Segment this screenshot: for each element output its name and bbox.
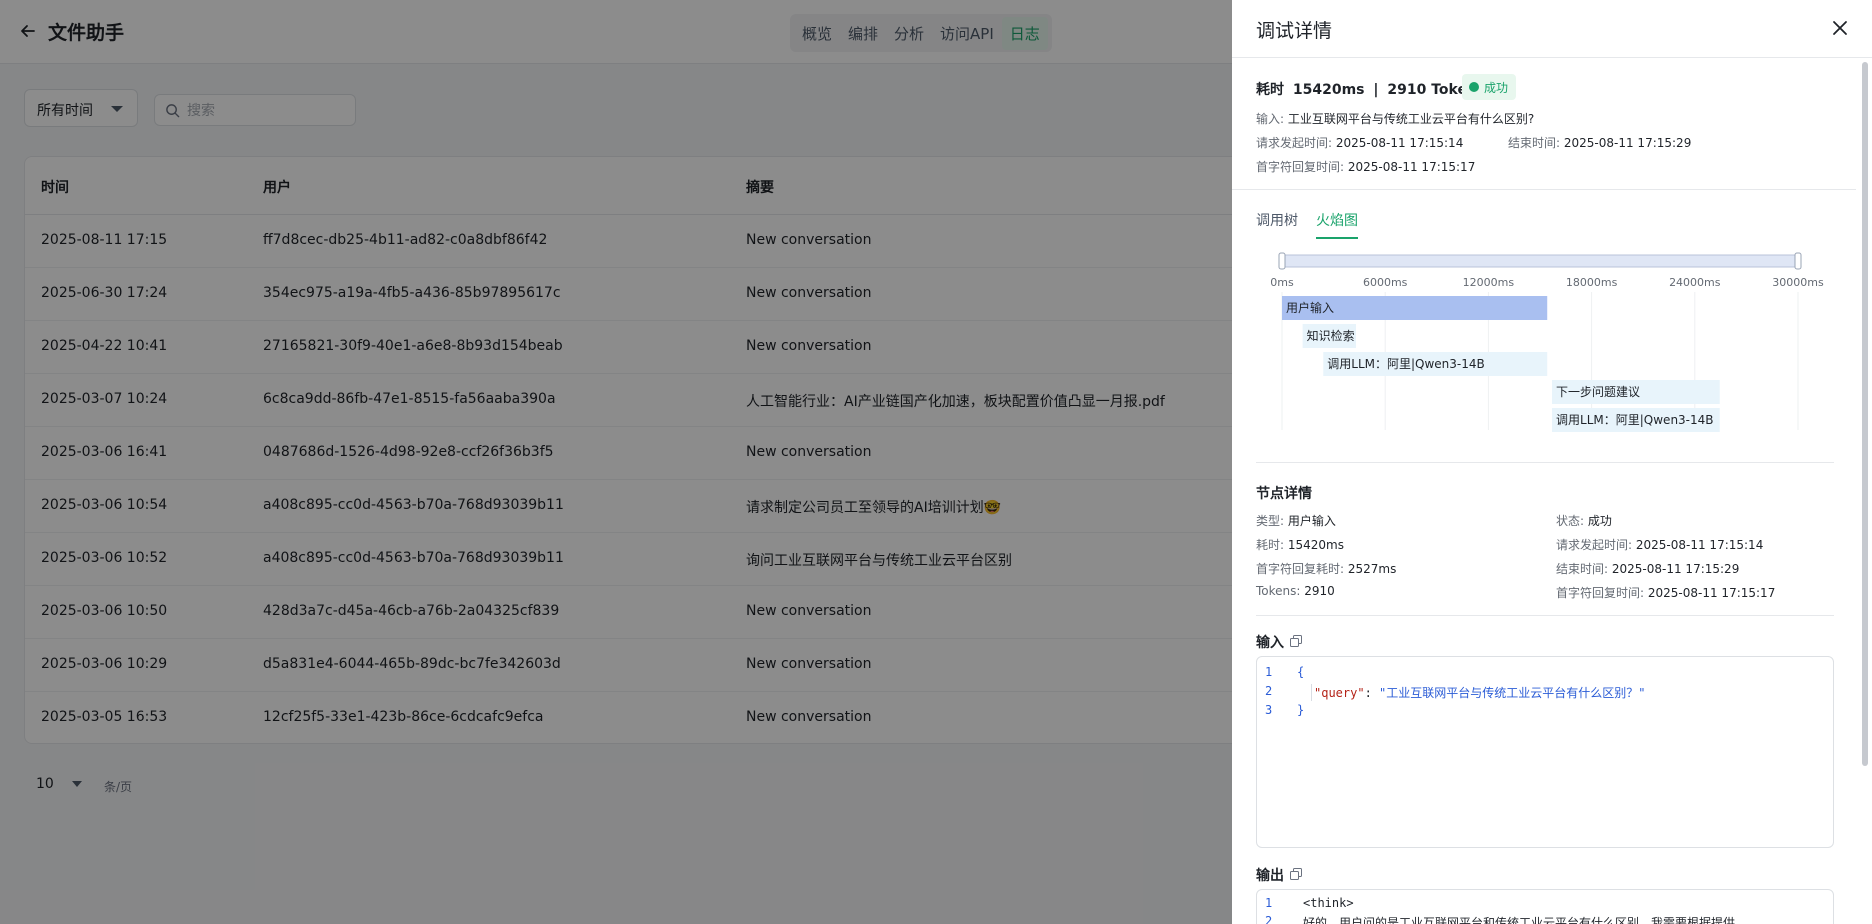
node-first-token-cost-value: 2527ms <box>1347 562 1397 576</box>
input-value: 工业互联网平台与传统工业云平台有什么区别? <box>1287 112 1535 126</box>
axis-tick-label: 6000ms <box>1363 276 1408 289</box>
node-status-value: 成功 <box>1587 514 1612 528</box>
input-meta: 输入: 工业互联网平台与传统工业云平台有什么区别? <box>1256 110 1534 127</box>
axis-tick-label: 24000ms <box>1669 276 1721 289</box>
node-first-token-cost-label: 首字符回复耗时: <box>1256 562 1345 576</box>
node-duration-value: 15420ms <box>1287 538 1344 552</box>
close-icon[interactable] <box>1830 18 1850 38</box>
code-text: "query": "工业互联网平台与传统工业云平台有什么区别？" <box>1311 684 1645 701</box>
node-type-label: 类型: <box>1256 514 1285 528</box>
drawer-scrollbar[interactable] <box>1862 62 1868 766</box>
node-end-time-label: 结束时间: <box>1556 562 1609 576</box>
node-tokens: Tokens: 2910 <box>1256 584 1335 598</box>
drawer-header: 调试详情 <box>1232 0 1872 58</box>
divider <box>1256 462 1834 463</box>
node-duration-label: 耗时: <box>1256 538 1285 552</box>
line-number: 1 <box>1265 896 1273 910</box>
node-detail-title: 节点详情 <box>1256 486 1312 502</box>
node-request-time-value: 2025-08-11 17:15:14 <box>1635 538 1764 552</box>
flame-span-label: 用户输入 <box>1286 300 1334 315</box>
flame-span-label: 知识检索 <box>1307 328 1355 343</box>
request-time-value: 2025-08-11 17:15:14 <box>1335 136 1464 150</box>
node-status: 状态: 成功 <box>1556 512 1612 529</box>
debug-detail-drawer: 调试详情 耗时 15420ms | 2910 Tokens 成功 输入: 工业互… <box>1232 0 1872 924</box>
axis-tick-label: 12000ms <box>1463 276 1515 289</box>
output-code-editor[interactable]: 1 <think> 2 好的，用户问的是工业互联网平台和传统工业云平台有什么区别… <box>1256 889 1834 924</box>
end-time-meta: 结束时间: 2025-08-11 17:15:29 <box>1508 134 1691 151</box>
copy-icon[interactable] <box>1290 868 1302 880</box>
node-end-time-value: 2025-08-11 17:15:29 <box>1611 562 1740 576</box>
input-code-editor[interactable]: 1 { 2 "query": "工业互联网平台与传统工业云平台有什么区别？" 3… <box>1256 656 1834 848</box>
first-token-label: 首字符回复时间: <box>1256 160 1345 174</box>
json-value: "工业互联网平台与传统工业云平台有什么区别？" <box>1379 686 1646 700</box>
node-tokens-value: 2910 <box>1304 584 1335 598</box>
divider <box>1232 189 1856 190</box>
node-end-time: 结束时间: 2025-08-11 17:15:29 <box>1556 560 1739 577</box>
input-label: 输入: <box>1256 112 1285 126</box>
status-badge: 成功 <box>1462 74 1517 100</box>
check-circle-icon <box>1469 82 1479 92</box>
end-time-value: 2025-08-11 17:15:29 <box>1563 136 1692 150</box>
divider <box>1256 615 1834 616</box>
view-tabs: 调用树 火焰图 <box>1256 210 1358 239</box>
node-tokens-label: Tokens: <box>1256 584 1301 598</box>
flame-span-label: 调用LLM：阿里|Qwen3-14B <box>1327 357 1484 371</box>
line-number: 3 <box>1265 703 1273 717</box>
node-first-token-time-label: 首字符回复时间: <box>1556 586 1645 600</box>
axis-tick-label: 0ms <box>1270 276 1294 289</box>
line-number: 1 <box>1265 665 1273 679</box>
code-text: 好的，用户问的是工业互联网平台和传统工业云平台有什么区别。我需要根据提供 <box>1303 916 1736 924</box>
duration-value: 15420ms <box>1292 82 1365 98</box>
line-number: 2 <box>1265 914 1273 924</box>
node-first-token-time: 首字符回复时间: 2025-08-11 17:15:17 <box>1556 584 1775 601</box>
end-time-label: 结束时间: <box>1508 136 1561 150</box>
node-status-label: 状态: <box>1556 514 1585 528</box>
node-first-token-cost: 首字符回复耗时: 2527ms <box>1256 560 1396 577</box>
tab-call-tree[interactable]: 调用树 <box>1256 210 1298 239</box>
copy-icon[interactable] <box>1290 635 1302 647</box>
input-section-title: 输入 <box>1256 635 1284 651</box>
duration-label: 耗时 <box>1256 82 1284 98</box>
request-time-label: 请求发起时间: <box>1256 136 1333 150</box>
request-time-meta: 请求发起时间: 2025-08-11 17:15:14 <box>1256 134 1463 151</box>
status-text: 成功 <box>1484 81 1509 95</box>
drawer-title: 调试详情 <box>1256 20 1333 42</box>
flame-span-label: 调用LLM：阿里|Qwen3-14B <box>1556 413 1713 427</box>
output-section-title: 输出 <box>1256 868 1284 884</box>
line-number: 2 <box>1265 684 1273 698</box>
node-request-time: 请求发起时间: 2025-08-11 17:15:14 <box>1556 536 1763 553</box>
axis-tick-label: 30000ms <box>1772 276 1824 289</box>
summary-line: 耗时 15420ms | 2910 Tokens <box>1256 79 1489 99</box>
range-slider-track[interactable] <box>1281 254 1799 268</box>
axis-tick-label: 18000ms <box>1566 276 1618 289</box>
code-text: } <box>1297 703 1305 717</box>
range-slider-handle-right[interactable] <box>1794 252 1802 270</box>
node-duration: 耗时: 15420ms <box>1256 536 1344 553</box>
range-slider-handle-left[interactable] <box>1278 252 1286 270</box>
json-key: "query" <box>1314 686 1365 700</box>
node-type-value: 用户输入 <box>1287 514 1336 528</box>
json-colon: : <box>1364 686 1380 700</box>
tab-flame-graph[interactable]: 火焰图 <box>1316 210 1358 239</box>
node-request-time-label: 请求发起时间: <box>1556 538 1633 552</box>
flame-graph: 0ms 6000ms 12000ms 18000ms 24000ms 30000ms 用户输… <box>1270 252 1824 432</box>
first-token-value: 2025-08-11 17:15:17 <box>1347 160 1476 174</box>
first-token-meta: 首字符回复时间: 2025-08-11 17:15:17 <box>1256 158 1475 175</box>
separator: | <box>1373 82 1379 98</box>
code-text: <think> <box>1303 896 1354 910</box>
node-type: 类型: 用户输入 <box>1256 512 1336 529</box>
node-first-token-time-value: 2025-08-11 17:15:17 <box>1647 586 1776 600</box>
code-text: { <box>1297 665 1305 679</box>
flame-span-label: 下一步问题建议 <box>1556 385 1640 399</box>
